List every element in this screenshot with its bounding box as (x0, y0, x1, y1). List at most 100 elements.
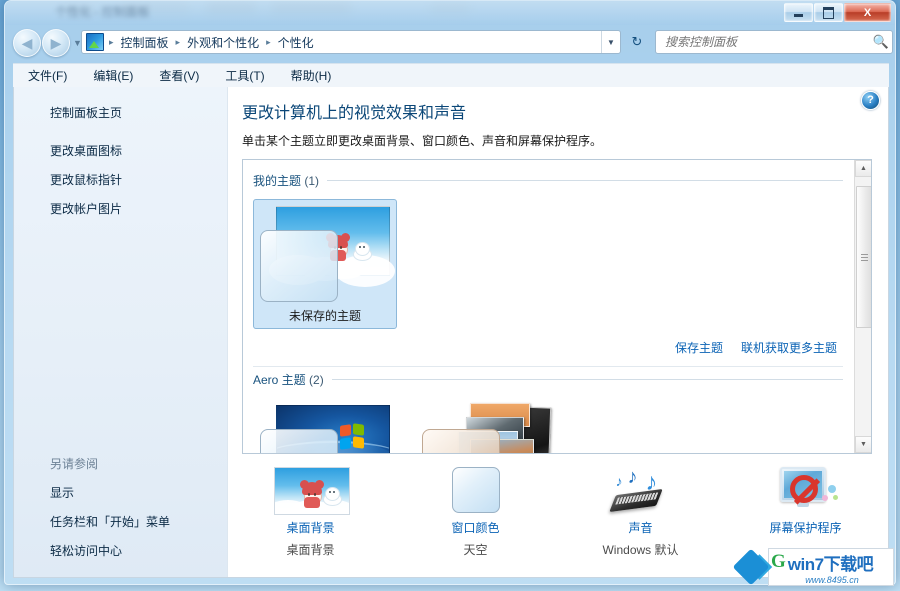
window-color-preview (422, 429, 500, 453)
window-controls: X (784, 3, 891, 22)
sound-glyph: ♪ ♪ ♪ (606, 466, 676, 513)
search-icon[interactable]: 🔍 (870, 34, 892, 50)
address-bar[interactable]: ▸ 控制面板 ▸ 外观和个性化 ▸ 个性化 ▼ (81, 30, 621, 54)
refresh-button[interactable]: ↻ (625, 30, 649, 54)
watermark-logo-mark: G (771, 551, 786, 572)
watermark-brand-line: G win7下载吧 (771, 550, 893, 575)
wallpaper-thumbnail (273, 467, 350, 515)
breadcrumb-item-1[interactable]: 外观和个性化 (185, 34, 261, 51)
scrollbar-thumb[interactable] (856, 186, 871, 328)
control-panel-window: 个性化 - 控制面板 X ◀ ▶ ▼ ▸ 控制面板 ▸ 外观和个性化 ▸ 个性化… (4, 0, 896, 585)
close-button[interactable]: X (844, 3, 891, 22)
minimize-icon (794, 14, 803, 17)
nav-buttons: ◀ ▶ ▼ (13, 29, 82, 57)
menu-view[interactable]: 查看(V) (156, 65, 202, 86)
theme-group-name-my-themes: 我的主题 (253, 174, 302, 188)
sidebar-item-change-desktop-icons[interactable]: 更改桌面图标 (14, 136, 227, 165)
action-desktop-background[interactable]: 桌面背景 桌面背景 (228, 467, 393, 558)
breadcrumb-item-0[interactable]: 控制面板 (119, 34, 171, 51)
screensaver-icon (769, 467, 843, 513)
site-watermark: G win7下载吧 www.8495.cn (732, 545, 894, 589)
watermark-brand-text: win7下载吧 (787, 554, 874, 574)
bubble-shape (832, 495, 838, 500)
help-icon[interactable]: ? (861, 91, 880, 110)
action-title-window-color[interactable]: 窗口颜色 (393, 519, 558, 536)
save-theme-link[interactable]: 保存主题 (675, 339, 723, 356)
close-icon: X (863, 6, 872, 19)
content-area: 控制面板主页 更改桌面图标 更改鼠标指针 更改帐户图片 另请参阅 显示 任务栏和… (13, 87, 889, 578)
theme-thumbnail-unsaved (260, 206, 395, 302)
breadcrumb-item-2[interactable]: 个性化 (276, 34, 316, 51)
action-value-sounds: Windows 默认 (602, 543, 679, 557)
watermark-badge: G win7下载吧 www.8495.cn (768, 548, 894, 586)
kitty-eye-left (307, 493, 310, 496)
sidebar-item-taskbar-start-menu[interactable]: 任务栏和「开始」菜单 (14, 507, 227, 536)
menu-help[interactable]: 帮助(H) (288, 65, 335, 86)
scroll-down-button[interactable]: ▼ (855, 436, 871, 453)
action-title-desktop-background[interactable]: 桌面背景 (228, 519, 393, 536)
theme-actions-row: 保存主题 联机获取更多主题 (253, 329, 843, 367)
sidebar-item-display[interactable]: 显示 (14, 478, 227, 507)
theme-tile-windows7[interactable] (253, 398, 397, 453)
action-title-screen-saver[interactable]: 屏幕保护程序 (723, 519, 888, 536)
page-subtitle: 单击某个主题立即更改桌面背景、窗口颜色、声音和屏幕保护程序。 (242, 134, 603, 148)
kitty-eye-right (313, 493, 316, 496)
window-color-preview (260, 429, 338, 453)
wallpaper-icon (273, 467, 350, 515)
sidebar-item-change-mouse-pointers[interactable]: 更改鼠标指针 (14, 165, 227, 194)
theme-list-box: 我的主题 (1) 未保存的主题 保存主题 联机获取更多主题 Aero 主题 (2… (242, 159, 872, 454)
theme-group-label-my-themes: 我的主题 (1) (253, 172, 319, 189)
get-more-themes-online-link[interactable]: 联机获取更多主题 (741, 339, 837, 356)
window-title: 个性化 - 控制面板 (55, 5, 150, 19)
action-window-color[interactable]: 窗口颜色 天空 (393, 467, 558, 558)
windows-logo-quadrant (352, 436, 364, 449)
snowman-eye-left (359, 246, 361, 248)
theme-group-header-my-themes: 我的主题 (1) (253, 172, 843, 189)
sidebar-item-ease-of-access-center[interactable]: 轻松访问中心 (14, 536, 227, 565)
theme-group-name-aero: Aero 主题 (253, 373, 306, 387)
search-box[interactable]: 🔍 (655, 30, 893, 54)
back-button[interactable]: ◀ (13, 29, 41, 57)
snowman-eye-right (363, 246, 365, 248)
sound-icon: ♪ ♪ ♪ (604, 466, 678, 513)
action-title-sounds[interactable]: 声音 (558, 519, 723, 536)
theme-row-my-themes: 未保存的主题 (253, 199, 843, 329)
theme-group-rule-my-themes (327, 180, 843, 181)
navigation-bar: ◀ ▶ ▼ ▸ 控制面板 ▸ 外观和个性化 ▸ 个性化 ▼ ↻ 🔍 (5, 25, 895, 61)
theme-list-inner: 我的主题 (1) 未保存的主题 保存主题 联机获取更多主题 Aero 主题 (2… (243, 160, 853, 453)
bubble-shape (827, 485, 836, 493)
breadcrumb-separator-2: ▸ (266, 36, 271, 47)
menu-file[interactable]: 文件(F) (25, 65, 70, 86)
scroll-up-button[interactable]: ▲ (855, 160, 871, 177)
window-titlebar[interactable]: 个性化 - 控制面板 X (5, 1, 895, 25)
action-value-desktop-background: 桌面背景 (286, 543, 335, 557)
sidebar: 控制面板主页 更改桌面图标 更改鼠标指针 更改帐户图片 另请参阅 显示 任务栏和… (14, 87, 228, 577)
forward-button[interactable]: ▶ (42, 29, 70, 57)
minimize-button[interactable] (784, 3, 813, 22)
menu-edit[interactable]: 编辑(E) (90, 65, 136, 86)
forward-arrow-icon: ▶ (50, 34, 62, 51)
theme-tile-landscapes[interactable] (415, 398, 559, 453)
music-note-icon: ♪ (627, 466, 638, 488)
action-screen-saver[interactable]: 屏幕保护程序 (723, 467, 888, 541)
snowman-icon (322, 486, 342, 506)
action-sounds[interactable]: ♪ ♪ ♪ 声音 Windows 默认 (558, 466, 723, 558)
theme-thumbnail-windows7 (260, 405, 390, 453)
snowman-eye-right (332, 491, 335, 493)
window-color-swatch (451, 467, 500, 513)
music-note-icon: ♪ (615, 473, 623, 489)
action-value-window-color: 天空 (463, 543, 488, 557)
kitty-body (303, 497, 320, 508)
sidebar-item-control-panel-home[interactable]: 控制面板主页 (14, 99, 227, 126)
theme-list-scrollbar[interactable]: ▲ ▼ (854, 160, 871, 453)
theme-group-label-aero: Aero 主题 (2) (253, 371, 324, 388)
screensaver-glyph (774, 467, 838, 513)
sidebar-item-change-account-picture[interactable]: 更改帐户图片 (14, 194, 227, 223)
menu-tools[interactable]: 工具(T) (222, 65, 267, 86)
search-input[interactable] (663, 34, 870, 50)
theme-tile-unsaved[interactable]: 未保存的主题 (253, 199, 397, 329)
maximize-button[interactable] (814, 3, 843, 22)
address-dropdown-icon[interactable]: ▼ (601, 31, 620, 53)
snowman-eye-left (328, 491, 331, 493)
